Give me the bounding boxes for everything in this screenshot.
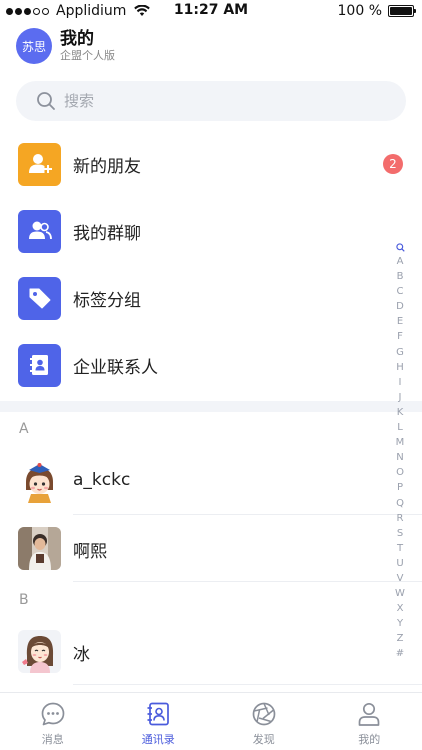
contact-avatar bbox=[18, 460, 61, 503]
index-letter[interactable]: Y bbox=[397, 616, 403, 631]
new-friends-item[interactable]: 新的朋友 2 bbox=[0, 131, 422, 197]
contact-avatar bbox=[18, 630, 61, 673]
tab-discover[interactable]: 发现 bbox=[211, 693, 317, 750]
index-letter[interactable]: G bbox=[396, 345, 404, 360]
section-header-b: B bbox=[19, 592, 29, 608]
avatar[interactable]: 苏思 bbox=[16, 28, 52, 64]
profile-header[interactable]: 苏思 我的 企盟个人版 bbox=[16, 28, 115, 64]
page-subtitle: 企盟个人版 bbox=[60, 49, 115, 62]
index-letter[interactable]: # bbox=[396, 646, 404, 661]
contact-name: 冰 bbox=[73, 645, 90, 665]
tab-label: 我的 bbox=[358, 733, 381, 746]
index-letter[interactable]: C bbox=[397, 284, 404, 299]
index-letter[interactable]: N bbox=[396, 450, 403, 465]
alphabet-index[interactable]: A B C D E F G H I J K L M N O P Q R S T U V W X Y Z # bbox=[395, 240, 405, 662]
tab-label: 通讯录 bbox=[141, 733, 175, 746]
contact-name: a_kckc bbox=[73, 470, 131, 490]
header-text: 我的 企盟个人版 bbox=[60, 29, 115, 63]
row-divider bbox=[73, 684, 422, 685]
tab-label: 消息 bbox=[41, 733, 64, 746]
index-letter[interactable]: H bbox=[396, 360, 404, 375]
tag-groups-label: 标签分组 bbox=[73, 290, 141, 311]
page-title: 我的 bbox=[60, 29, 94, 49]
index-letter[interactable]: B bbox=[397, 269, 404, 284]
status-bar: Applidium 11:27 AM 100 % bbox=[0, 0, 422, 22]
index-letter[interactable]: V bbox=[397, 571, 404, 586]
index-letter[interactable]: F bbox=[397, 329, 403, 344]
index-letter[interactable]: D bbox=[396, 299, 404, 314]
index-letter[interactable]: T bbox=[397, 541, 403, 556]
search-icon bbox=[36, 91, 56, 111]
contact-name: 啊熙 bbox=[73, 542, 107, 562]
index-letter[interactable]: Z bbox=[397, 631, 404, 646]
index-letter[interactable]: P bbox=[397, 480, 403, 495]
tag-icon bbox=[18, 276, 61, 320]
index-letter[interactable]: Q bbox=[396, 496, 404, 511]
tab-bar: 消息 通讯录 发现 我的 bbox=[0, 692, 422, 750]
index-letter[interactable]: U bbox=[396, 556, 403, 571]
search-input[interactable] bbox=[64, 92, 364, 110]
group-icon bbox=[18, 209, 61, 253]
person-icon bbox=[358, 702, 380, 726]
contact-book-icon bbox=[18, 343, 61, 387]
index-search-icon[interactable] bbox=[395, 240, 405, 254]
index-letter[interactable]: A bbox=[397, 254, 404, 269]
index-letter[interactable]: O bbox=[396, 465, 404, 480]
section-divider bbox=[0, 401, 422, 412]
row-divider bbox=[73, 514, 422, 515]
tab-messages[interactable]: 消息 bbox=[0, 693, 106, 750]
address-book-icon bbox=[147, 702, 170, 726]
enterprise-contacts-label: 企业联系人 bbox=[73, 357, 158, 378]
section-header-a: A bbox=[19, 421, 29, 437]
chat-bubble-icon bbox=[41, 702, 65, 726]
my-groups-item[interactable]: 我的群聊 bbox=[0, 198, 422, 264]
contact-row-a-kckc[interactable]: a_kckc bbox=[0, 449, 422, 515]
status-right: 100 % bbox=[337, 3, 416, 19]
row-divider bbox=[73, 581, 422, 582]
battery-icon bbox=[388, 5, 416, 17]
index-letter[interactable]: M bbox=[396, 435, 405, 450]
aperture-icon bbox=[252, 702, 276, 726]
tab-contacts[interactable]: 通讯录 bbox=[106, 693, 212, 750]
index-letter[interactable]: X bbox=[397, 601, 404, 616]
tab-label: 发现 bbox=[252, 733, 275, 746]
index-letter[interactable]: R bbox=[397, 511, 404, 526]
contact-avatar bbox=[18, 527, 61, 570]
enterprise-contacts-item[interactable]: 企业联系人 bbox=[0, 332, 422, 398]
contact-row-a-xi[interactable]: 啊熙 bbox=[0, 516, 422, 582]
index-letter[interactable]: K bbox=[397, 405, 404, 420]
contact-row-bing[interactable]: 冰 bbox=[0, 619, 422, 685]
search-bar[interactable] bbox=[16, 81, 406, 121]
index-letter[interactable]: W bbox=[395, 586, 405, 601]
new-friends-badge: 2 bbox=[383, 154, 403, 174]
my-groups-label: 我的群聊 bbox=[73, 223, 141, 244]
add-user-icon bbox=[18, 142, 61, 186]
index-letter[interactable]: S bbox=[397, 526, 403, 541]
index-letter[interactable]: E bbox=[397, 314, 403, 329]
tab-me[interactable]: 我的 bbox=[317, 693, 422, 750]
index-letter[interactable]: L bbox=[397, 420, 403, 435]
index-letter[interactable]: I bbox=[399, 375, 402, 390]
tag-groups-item[interactable]: 标签分组 bbox=[0, 265, 422, 331]
battery-percent: 100 % bbox=[337, 3, 382, 19]
index-letter[interactable]: J bbox=[399, 390, 402, 405]
new-friends-label: 新的朋友 bbox=[73, 156, 141, 177]
